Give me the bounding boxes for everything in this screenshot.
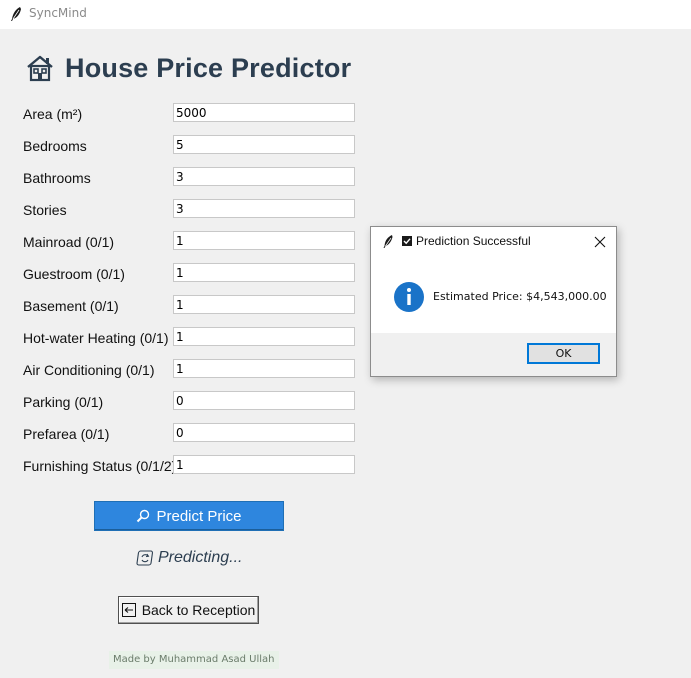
dialog-footer: OK bbox=[371, 333, 616, 376]
field-row-parking: Parking (0/1) bbox=[23, 391, 363, 411]
prediction-dialog: Prediction Successful Estimated Price: $… bbox=[370, 226, 617, 377]
mainroad-label: Mainroad (0/1) bbox=[23, 234, 115, 250]
dialog-titlebar: Prediction Successful bbox=[371, 227, 616, 257]
dialog-title: Prediction Successful bbox=[416, 234, 531, 248]
credits-footer: Made by Muhammad Asad Ullah bbox=[109, 651, 279, 669]
mainroad-input[interactable] bbox=[173, 231, 355, 250]
area-label: Area (m²) bbox=[23, 106, 83, 122]
field-row-basement: Basement (0/1) bbox=[23, 295, 363, 315]
bedrooms-input[interactable] bbox=[173, 135, 355, 154]
back-to-reception-label: Back to Reception bbox=[141, 602, 256, 618]
magnifier-icon bbox=[137, 509, 150, 523]
bedrooms-label: Bedrooms bbox=[23, 138, 87, 154]
page-title: House Price Predictor bbox=[65, 52, 352, 83]
window-titlebar: SyncMind bbox=[0, 0, 691, 29]
parking-label: Parking (0/1) bbox=[23, 394, 104, 410]
air-conditioning-input[interactable] bbox=[173, 359, 355, 378]
parking-input[interactable] bbox=[173, 391, 355, 410]
window-title: SyncMind bbox=[29, 6, 87, 20]
house-icon bbox=[27, 55, 53, 82]
back-to-reception-button[interactable]: Back to Reception bbox=[118, 596, 259, 624]
back-arrow-icon bbox=[121, 603, 136, 617]
feather-icon bbox=[11, 7, 21, 21]
field-row-guestroom: Guestroom (0/1) bbox=[23, 263, 363, 283]
predict-price-button[interactable]: Predict Price bbox=[94, 501, 284, 531]
field-row-hot-water-heating: Hot-water Heating (0/1) bbox=[23, 327, 363, 347]
furnishing-status-input[interactable] bbox=[173, 455, 355, 474]
ok-button[interactable]: OK bbox=[527, 343, 600, 364]
hot-water-heating-input[interactable] bbox=[173, 327, 355, 346]
furnishing-status-label: Furnishing Status (0/1/2) bbox=[23, 458, 177, 474]
dialog-message: Estimated Price: $4,543,000.00 bbox=[433, 290, 607, 303]
field-row-prefarea: Prefarea (0/1) bbox=[23, 423, 363, 443]
basement-label: Basement (0/1) bbox=[23, 298, 119, 314]
guestroom-input[interactable] bbox=[173, 263, 355, 282]
prefarea-label: Prefarea (0/1) bbox=[23, 426, 110, 442]
air-conditioning-label: Air Conditioning (0/1) bbox=[23, 362, 155, 378]
stories-input[interactable] bbox=[173, 199, 355, 218]
predict-price-label: Predict Price bbox=[156, 507, 242, 525]
stories-label: Stories bbox=[23, 202, 67, 218]
field-row-bedrooms: Bedrooms bbox=[23, 135, 363, 155]
field-row-mainroad: Mainroad (0/1) bbox=[23, 231, 363, 251]
close-icon bbox=[594, 236, 606, 248]
field-row-furnishing-status: Furnishing Status (0/1/2) bbox=[23, 455, 363, 475]
info-icon bbox=[394, 282, 424, 312]
bathrooms-label: Bathrooms bbox=[23, 170, 91, 186]
guestroom-label: Guestroom (0/1) bbox=[23, 266, 125, 282]
checkbox-icon bbox=[402, 236, 412, 246]
hot-water-heating-label: Hot-water Heating (0/1) bbox=[23, 330, 169, 346]
field-row-air-conditioning: Air Conditioning (0/1) bbox=[23, 359, 363, 379]
basement-input[interactable] bbox=[173, 295, 355, 314]
area-input[interactable] bbox=[173, 103, 355, 122]
prefarea-input[interactable] bbox=[173, 423, 355, 442]
page-header: House Price Predictor bbox=[25, 50, 351, 86]
refresh-icon bbox=[136, 550, 154, 566]
feather-icon bbox=[383, 235, 393, 248]
status-text: Predicting... bbox=[158, 549, 243, 566]
field-row-stories: Stories bbox=[23, 199, 363, 219]
dialog-close-button[interactable] bbox=[590, 232, 610, 252]
bathrooms-input[interactable] bbox=[173, 167, 355, 186]
field-row-area: Area (m²) bbox=[23, 103, 363, 123]
status-message: Predicting... bbox=[136, 549, 242, 567]
field-row-bathrooms: Bathrooms bbox=[23, 167, 363, 187]
